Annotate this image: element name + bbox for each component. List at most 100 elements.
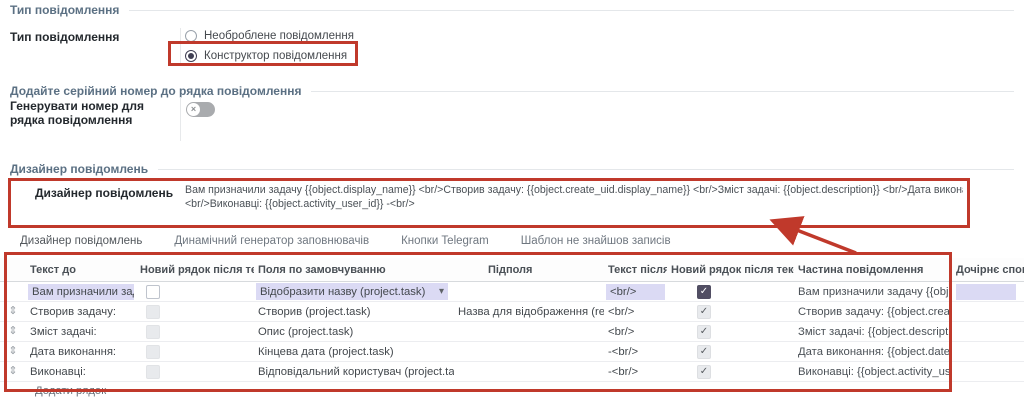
cell-child-notification[interactable] [952, 282, 1024, 301]
drag-handle-icon[interactable]: ⇕ [8, 306, 17, 317]
tab-message-designer[interactable]: Дизайнер повідомлень [20, 235, 142, 247]
cell-text-before[interactable]: Створив задачу: [26, 302, 136, 321]
cell-subfield[interactable]: Назва для відображення (res.use... [454, 302, 604, 321]
cell-subfield[interactable] [454, 282, 604, 301]
table-row[interactable]: ⇕ Дата виконання: Кінцева дата (project.… [0, 342, 1024, 362]
cell-child-notification[interactable] [952, 362, 1024, 381]
cell-text-after[interactable]: <br/> [604, 282, 667, 301]
cell-text-after[interactable]: -<br/> [604, 362, 667, 381]
cell-default-field[interactable]: Кінцева дата (project.task) [254, 342, 454, 361]
cell-message-part[interactable]: Виконавці: {{object.activity_user_i... [794, 362, 952, 381]
cell-message-part[interactable]: Створив задачу: {{object.create_ui... [794, 302, 952, 321]
child-notification-field[interactable] [956, 284, 1016, 300]
cell-text-after[interactable]: -<br/> [604, 342, 667, 361]
row-handle-cell: ⇕ [0, 322, 26, 341]
header-text-before[interactable]: Текст до [26, 258, 136, 281]
section-title-message-type: Тип повідомлення [10, 3, 1014, 17]
cell-default-field-select[interactable]: Відобразити назву (project.task) ▾ [254, 282, 454, 301]
generate-number-field-label: Генерувати номер для рядка повідомлення [10, 99, 175, 127]
header-default-fields[interactable]: Поля по замовчуванню [254, 258, 454, 281]
cell-default-field[interactable]: Створив (project.task) [254, 302, 454, 321]
cell-child-notification[interactable] [952, 322, 1024, 341]
tab-telegram-buttons[interactable]: Кнопки Telegram [401, 235, 489, 247]
cell-subfield[interactable] [454, 322, 604, 341]
cell-child-notification[interactable] [952, 342, 1024, 361]
tab-template-no-records[interactable]: Шаблон не знайшов записів [521, 235, 671, 247]
header-subfields[interactable]: Підполя [454, 258, 604, 281]
field-select[interactable]: Відобразити назву (project.task) ▾ [256, 283, 448, 300]
designer-template-line1: Вам призначили задачу {{object.display_n… [185, 183, 963, 197]
header-newline-after-text[interactable]: Новий рядок після тексту [136, 258, 254, 281]
label-separator [180, 97, 181, 141]
section-rule [158, 169, 1014, 170]
section-rule [311, 91, 1014, 92]
cell-subfield[interactable] [454, 362, 604, 381]
checkbox-unchecked[interactable] [146, 325, 160, 339]
cell-newline-checkbox[interactable] [136, 362, 254, 381]
section-rule [129, 10, 1014, 11]
checkbox-checked[interactable]: ✓ [697, 305, 711, 319]
drag-handle-icon[interactable]: ⇕ [8, 326, 17, 337]
radio-option-message-constructor[interactable]: Конструктор повідомлення [185, 48, 354, 64]
radio-checked-icon[interactable] [185, 50, 197, 62]
cell-newline2-checkbox[interactable]: ✓ [667, 302, 794, 321]
cell-text-before[interactable]: Дата виконання: [26, 342, 136, 361]
cell-text-after[interactable]: <br/> [604, 322, 667, 341]
tab-dynamic-placeholder-generator[interactable]: Динамічний генератор заповнювачів [174, 235, 369, 247]
row-handle-cell: ⇕ [0, 362, 26, 381]
radio-unchecked-icon[interactable] [185, 30, 197, 42]
cell-subfield[interactable] [454, 342, 604, 361]
table-row[interactable]: ⇕ Створив задачу: Створив (project.task)… [0, 302, 1024, 322]
label-separator [180, 28, 181, 66]
cell-text-before[interactable]: Виконавці: [26, 362, 136, 381]
cell-text-before[interactable]: Вам призначили задачу [26, 282, 136, 301]
cell-message-part[interactable]: Зміст задачі: {{object.description}} ... [794, 322, 952, 341]
row-handle-cell: ⇕ [0, 342, 26, 361]
header-message-part[interactable]: Частина повідомлення [794, 258, 952, 281]
toggle-off-icon: × [187, 103, 200, 116]
checkbox-unchecked[interactable] [146, 345, 160, 359]
cell-child-notification[interactable] [952, 302, 1024, 321]
cell-newline-checkbox[interactable] [136, 282, 254, 301]
checkbox-checked[interactable]: ✓ [697, 365, 711, 379]
cell-default-field[interactable]: Опис (project.task) [254, 322, 454, 341]
cell-newline2-checkbox[interactable]: ✓ [667, 342, 794, 361]
checkbox-checked[interactable]: ✓ [697, 345, 711, 359]
message-type-radio-group: Необроблене повідомлення Конструктор пов… [185, 28, 354, 64]
header-child-notification[interactable]: Дочірнє спові [952, 258, 1024, 281]
checkbox-unchecked[interactable] [146, 365, 160, 379]
cell-newline-checkbox[interactable] [136, 302, 254, 321]
cell-message-part[interactable]: Дата виконання: {{object.date_en... [794, 342, 952, 361]
drag-handle-icon[interactable]: ⇕ [8, 346, 17, 357]
cell-text-after[interactable]: <br/> [604, 302, 667, 321]
checkbox-unchecked[interactable] [146, 305, 160, 319]
row-handle-cell: ⇕ [0, 302, 26, 321]
section-title-text: Тип повідомлення [10, 3, 119, 17]
generate-number-toggle-off[interactable]: × [186, 102, 215, 117]
cell-newline2-checkbox[interactable]: ✓ [667, 362, 794, 381]
add-row-button[interactable]: Додати рядок [0, 382, 1024, 399]
designer-template-text[interactable]: Вам призначили задачу {{object.display_n… [185, 183, 963, 211]
chevron-down-icon[interactable]: ▾ [435, 286, 444, 297]
cell-default-field[interactable]: Відповідальний користувач (project.task) [254, 362, 454, 381]
section-title-text: Дизайнер повідомлень [10, 162, 148, 176]
section-title-serial-number: Додайте серійний номер до рядка повідомл… [10, 84, 1014, 98]
checkbox-unchecked[interactable] [146, 285, 160, 299]
cell-newline2-checkbox[interactable]: ✓ [667, 322, 794, 341]
table-header-row: Текст до Новий рядок після тексту Поля п… [0, 258, 1024, 282]
cell-newline2-checkbox[interactable]: ✓ [667, 282, 794, 301]
checkbox-checked[interactable]: ✓ [697, 325, 711, 339]
radio-option-raw-message[interactable]: Необроблене повідомлення [185, 28, 354, 44]
table-row-selected[interactable]: Вам призначили задачу Відобразити назву … [0, 282, 1024, 302]
drag-handle-icon[interactable]: ⇕ [8, 366, 17, 377]
message-settings-form: Тип повідомлення Тип повідомлення Необро… [0, 0, 1024, 401]
checkbox-checked[interactable]: ✓ [697, 285, 711, 299]
cell-newline-checkbox[interactable] [136, 342, 254, 361]
table-row[interactable]: ⇕ Зміст задачі: Опис (project.task) <br/… [0, 322, 1024, 342]
cell-newline-checkbox[interactable] [136, 322, 254, 341]
table-row[interactable]: ⇕ Виконавці: Відповідальний користувач (… [0, 362, 1024, 382]
cell-text-before[interactable]: Зміст задачі: [26, 322, 136, 341]
header-newline-after-text2[interactable]: Новий рядок після тексту [667, 258, 794, 281]
cell-message-part[interactable]: Вам призначили задачу {{object.disp [794, 282, 952, 301]
header-text-after[interactable]: Текст після... [604, 258, 667, 281]
